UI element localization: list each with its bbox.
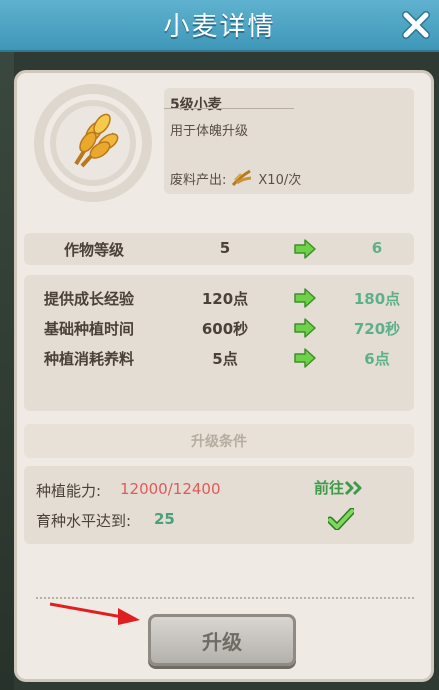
stats-panel: 提供成长经验 120点 180点 基础种植时间 600秒 720秒 种植消耗养料…	[24, 275, 414, 411]
stat-label: 提供成长经验	[44, 290, 135, 308]
dialog-title: 小麦详情	[163, 12, 276, 42]
close-icon	[402, 11, 430, 39]
green-arrow-icon	[294, 318, 316, 338]
checkmark-icon	[328, 508, 354, 530]
stat-label: 基础种植时间	[44, 320, 135, 338]
green-arrow-icon	[294, 288, 316, 308]
condition-value: 12000/12400	[120, 480, 221, 498]
crop-description: 用于体魄升级	[170, 124, 249, 139]
crop-info-panel: 5级小麦 用于体魄升级 废料产出: X10/次	[164, 88, 414, 194]
stat-current: 120点	[201, 290, 249, 308]
level-current: 5	[219, 239, 231, 257]
red-arrow-icon	[49, 602, 140, 625]
stat-label: 种植消耗养料	[44, 350, 135, 368]
green-arrow-icon	[294, 239, 316, 259]
stat-current: 600秒	[201, 320, 249, 338]
output-label: 废料产出:	[170, 172, 227, 188]
stat-next: 6点	[364, 350, 390, 368]
name-underline	[164, 108, 294, 109]
dialog-header: 小麦详情	[0, 0, 439, 52]
stat-next: 180点	[353, 290, 401, 308]
green-arrow-icon	[294, 348, 316, 368]
crop-icon-frame	[34, 84, 152, 202]
wheat-icon	[34, 84, 152, 202]
crop-output: 废料产出: X10/次	[170, 168, 301, 188]
crop-name: 5级小麦	[170, 97, 222, 113]
conditions-title: 升级条件	[191, 434, 247, 450]
level-label: 作物等级	[64, 241, 125, 259]
condition-label: 种植能力:	[36, 482, 102, 500]
condition-value: 25	[154, 510, 175, 528]
condition-label: 育种水平达到:	[36, 512, 132, 530]
scrap-icon	[232, 169, 252, 186]
output-value: X10/次	[258, 172, 302, 188]
stat-next: 720秒	[353, 320, 401, 338]
upgrade-button[interactable]: 升级	[148, 614, 296, 666]
stat-current: 5点	[212, 350, 238, 368]
go-label: 前往	[314, 479, 345, 497]
level-row: 作物等级 5 6	[24, 233, 414, 265]
crop-detail-dialog: 小麦详情 5级小麦 用于体魄升级 废料产出: X10/次 作物等级 5 6 提供…	[0, 0, 439, 690]
upgrade-label: 升级	[202, 629, 242, 654]
close-button[interactable]	[399, 8, 433, 42]
conditions-panel: 种植能力: 12000/12400 前往 育种水平达到: 25	[24, 466, 414, 544]
go-link[interactable]: 前往	[314, 477, 364, 498]
conditions-header: 升级条件	[24, 424, 414, 458]
level-next: 6	[371, 239, 383, 257]
double-chevron-icon	[344, 480, 362, 495]
